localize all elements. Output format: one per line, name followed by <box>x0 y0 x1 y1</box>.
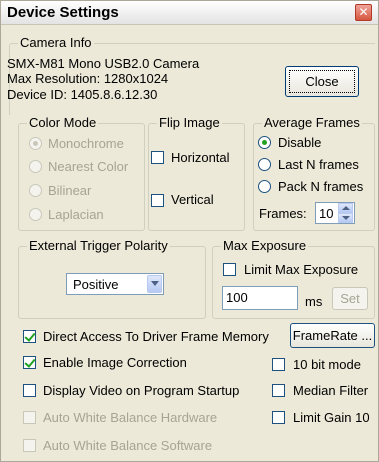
flip-horizontal-label: Horizontal <box>171 150 230 165</box>
enable-correction-checkbox[interactable] <box>23 356 36 369</box>
avg-disable-label: Disable <box>278 135 322 150</box>
avg-last-n-label: Last N frames <box>278 157 359 172</box>
limit-gain-label: Limit Gain 10 <box>293 410 370 425</box>
max-resolution-text: Max Resolution: 1280x1024 <box>7 71 169 86</box>
camera-info-label: Camera Info <box>18 35 94 50</box>
enable-correction-label: Enable Image Correction <box>43 355 187 370</box>
avg-pack-n-radio[interactable] <box>258 180 271 193</box>
awb-software-label: Auto White Balance Software <box>43 438 213 453</box>
framerate-button[interactable]: FrameRate ... <box>290 323 375 348</box>
color-mode-label: Color Mode <box>27 115 99 130</box>
limit-max-exposure-checkbox[interactable] <box>223 263 236 276</box>
close-button[interactable]: Close <box>285 66 359 97</box>
flip-vertical-label: Vertical <box>171 192 214 207</box>
direct-access-checkbox[interactable] <box>23 330 36 343</box>
device-id-text: Device ID: 1405.8.6.12.30 <box>7 87 158 102</box>
avg-disable-radio[interactable] <box>258 136 271 149</box>
bilinear-label: Bilinear <box>48 183 92 198</box>
awb-software-checkbox[interactable] <box>23 439 36 452</box>
median-filter-label: Median Filter <box>293 383 369 398</box>
title-bar[interactable]: Device Settings ✕ <box>1 1 378 25</box>
window-title: Device Settings <box>7 4 119 21</box>
flip-image-label: Flip Image <box>157 115 222 130</box>
awb-hardware-checkbox[interactable] <box>23 411 36 424</box>
flip-horizontal-checkbox[interactable] <box>151 151 164 164</box>
exposure-unit-label: ms <box>305 294 323 309</box>
flip-image-group: Flip Image <box>148 115 245 231</box>
max-exposure-label: Max Exposure <box>221 238 309 253</box>
device-settings-window: Device Settings ✕ Camera Info SMX-M81 Mo… <box>0 0 379 462</box>
trigger-polarity-label: External Trigger Polarity <box>27 238 170 253</box>
laplacian-label: Laplacian <box>48 207 104 222</box>
awb-hardware-label: Auto White Balance Hardware <box>43 410 218 425</box>
avg-pack-n-label: Pack N frames <box>278 179 364 194</box>
trigger-polarity-select[interactable]: Positive <box>66 273 164 295</box>
nearest-color-radio[interactable] <box>29 160 42 173</box>
monochrome-radio[interactable] <box>29 137 42 150</box>
median-filter-checkbox[interactable] <box>272 384 285 397</box>
spin-down-icon[interactable] <box>338 213 353 223</box>
average-frames-label: Average Frames <box>262 115 362 130</box>
flip-vertical-checkbox[interactable] <box>151 194 164 207</box>
avg-last-n-radio[interactable] <box>258 158 271 171</box>
spin-up-icon[interactable] <box>338 203 353 213</box>
frames-label: Frames: <box>259 206 307 221</box>
laplacian-radio[interactable] <box>29 208 42 221</box>
ten-bit-label: 10 bit mode <box>293 357 361 372</box>
display-startup-checkbox[interactable] <box>23 384 36 397</box>
limit-gain-checkbox[interactable] <box>272 411 285 424</box>
set-exposure-button[interactable]: Set <box>332 287 368 310</box>
display-startup-label: Display Video on Program Startup <box>43 383 240 398</box>
bilinear-radio[interactable] <box>29 184 42 197</box>
close-window-icon[interactable]: ✕ <box>355 4 372 21</box>
chevron-down-icon[interactable] <box>147 275 162 293</box>
limit-max-exposure-label: Limit Max Exposure <box>244 262 359 277</box>
camera-model-text: SMX-M81 Mono USB2.0 Camera <box>7 56 200 71</box>
direct-access-label: Direct Access To Driver Frame Memory <box>43 329 269 344</box>
max-exposure-input[interactable]: 100 <box>222 286 298 310</box>
ten-bit-checkbox[interactable] <box>272 358 285 371</box>
monochrome-label: Monochrome <box>48 136 124 151</box>
nearest-color-label: Nearest Color <box>48 159 129 174</box>
frames-spinner[interactable] <box>338 203 353 223</box>
